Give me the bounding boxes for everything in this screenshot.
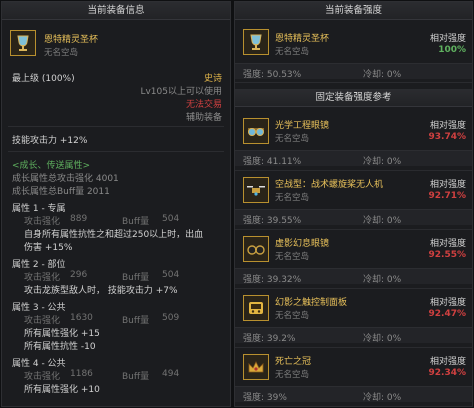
slot-type: 辅助装备 — [185, 113, 222, 123]
item-origin: 无名空岛 — [44, 48, 79, 58]
attack-label: 攻击强化 — [24, 217, 61, 227]
item-origin: 无名空岛 — [275, 47, 310, 57]
attribute-effect: 所有属性抗性 -10 — [24, 342, 96, 352]
reference-item-card[interactable]: 光学工程眼镜 无名空岛 相对强度 93.74% 强度: 41.11% 冷却: 0… — [235, 112, 472, 171]
strength-value: 强度: 39.55% — [243, 216, 302, 226]
attribute-effect: 所有属性强化 +15 — [24, 329, 100, 339]
relative-strength-value: 92.55% — [428, 250, 467, 260]
attribute-header: 属性 4 - 公共 — [12, 359, 66, 369]
stat-line: 强度: 39.55% 冷却: 0% — [235, 209, 472, 226]
item-name: 恩特精灵圣杯 — [275, 34, 330, 44]
skill-attack-text: 技能攻击力 +12% — [12, 136, 88, 146]
chalice-icon — [243, 29, 269, 55]
relative-strength-label: 相对强度 — [429, 180, 466, 190]
attribute-effect: 伤害 +15% — [24, 243, 73, 253]
relative-strength-value: 100% — [438, 45, 466, 55]
level-requirement: Lv105以上可以使用 — [140, 87, 222, 97]
item-origin: 无名空岛 — [275, 193, 310, 203]
item-name: 幻影之触控制面板 — [275, 298, 348, 308]
strength-value: 强度: 41.11% — [243, 157, 302, 167]
cooldown-value: 冷却: 0% — [363, 275, 402, 285]
glasses-icon — [243, 236, 269, 262]
relative-strength-value: 92.71% — [428, 191, 467, 201]
reference-item-card[interactable]: 死亡之冠 无名空岛 相对强度 92.34% 强度: 39% 冷却: 0% — [235, 348, 472, 406]
relative-strength-label: 相对强度 — [429, 34, 466, 44]
stat-line: 强度: 41.11% 冷却: 0% — [235, 150, 472, 167]
item-name: 死亡之冠 — [275, 357, 312, 367]
equipment-strength-panel: 当前装备强度 恩特精灵圣杯 无名空岛 相对强度 100% 强度: 50.53% … — [234, 1, 473, 407]
relative-strength-label: 相对强度 — [429, 298, 466, 308]
goggles-icon — [243, 118, 269, 144]
attribute-header: 属性 1 - 专属 — [12, 204, 66, 214]
panel-title: 当前装备强度 — [235, 2, 472, 20]
divider — [8, 151, 224, 152]
cooldown-value: 冷却: 0% — [363, 393, 402, 403]
growth-attack-total: 成长属性总攻击强化 4001 — [12, 174, 119, 184]
attack-value: 1630 — [70, 313, 93, 323]
chalice-icon[interactable] — [10, 30, 36, 56]
reference-item-card[interactable]: 幻影之触控制面板 无名空岛 相对强度 92.47% 强度: 39.2% 冷却: … — [235, 289, 472, 348]
item-origin: 无名空岛 — [275, 134, 310, 144]
buff-label: Buff量 — [122, 316, 150, 326]
stat-line: 强度: 50.53% 冷却: 0% — [235, 63, 472, 80]
growth-header: <成长、传送属性> — [12, 161, 91, 171]
strength-value: 强度: 39% — [243, 393, 287, 403]
cooldown-value: 冷却: 0% — [363, 157, 402, 167]
relative-strength-label: 相对强度 — [429, 239, 466, 249]
stat-line: 强度: 39.2% 冷却: 0% — [235, 327, 472, 344]
item-origin: 无名空岛 — [275, 370, 310, 380]
buff-value: 509 — [162, 313, 180, 323]
attribute-effect: 攻击龙族型敌人时， 技能攻击力 +7% — [24, 286, 178, 296]
attack-label: 攻击强化 — [24, 372, 61, 382]
buff-label: Buff量 — [122, 372, 150, 382]
attack-label: 攻击强化 — [24, 316, 61, 326]
attribute-header: 属性 3 - 公共 — [12, 303, 66, 313]
reference-item-card[interactable]: 空战型：战术螺旋桨无人机 无名空岛 相对强度 92.71% 强度: 39.55%… — [235, 171, 472, 230]
buff-label: Buff量 — [122, 217, 150, 227]
buff-value: 504 — [162, 270, 180, 280]
strength-value: 强度: 39.2% — [243, 334, 296, 344]
attribute-effect: 自身所有属性抗性之和超过250以上时，出血 — [24, 230, 204, 240]
item-name: 空战型：战术螺旋桨无人机 — [275, 180, 384, 190]
item-name: 虚影幻息眼镜 — [275, 239, 330, 249]
relative-strength-value: 93.74% — [428, 132, 467, 142]
item-origin: 无名空岛 — [275, 311, 310, 321]
buff-label: Buff量 — [122, 273, 150, 283]
reference-title: 固定装备强度参考 — [235, 89, 472, 107]
buff-value: 494 — [162, 369, 180, 379]
attack-value: 1186 — [70, 369, 93, 379]
relative-strength-label: 相对强度 — [429, 357, 466, 367]
attribute-effect: 所有属性强化 +10 — [24, 385, 100, 395]
trade-status: 无法交易 — [185, 100, 222, 110]
item-name: 恩特精灵圣杯 — [44, 35, 99, 45]
equipment-info-panel: 当前装备信息 恩特精灵圣杯 无名空岛 最上级 (100%) 史诗 Lv105以上… — [1, 1, 231, 407]
control-panel-icon — [243, 295, 269, 321]
strength-value: 强度: 39.32% — [243, 275, 302, 285]
grade-text: 最上级 (100%) — [12, 74, 75, 84]
cooldown-value: 冷却: 0% — [363, 334, 402, 344]
rarity-text: 史诗 — [203, 74, 222, 84]
relative-strength-value: 92.47% — [428, 309, 467, 319]
panel-title: 当前装备信息 — [2, 2, 230, 20]
strength-value: 强度: 50.53% — [243, 70, 302, 80]
stat-line: 强度: 39% 冷却: 0% — [235, 386, 472, 403]
divider — [8, 126, 224, 127]
attack-value: 889 — [70, 214, 88, 224]
crown-icon — [243, 354, 269, 380]
cooldown-value: 冷却: 0% — [363, 70, 402, 80]
relative-strength-value: 92.34% — [428, 368, 467, 378]
attribute-header: 属性 2 - 部位 — [12, 260, 66, 270]
attack-label: 攻击强化 — [24, 273, 61, 283]
buff-value: 504 — [162, 214, 180, 224]
current-item-card[interactable]: 恩特精灵圣杯 无名空岛 相对强度 100% 强度: 50.53% 冷却: 0% — [235, 21, 472, 83]
relative-strength-label: 相对强度 — [429, 121, 466, 131]
item-origin: 无名空岛 — [275, 252, 310, 262]
stat-line: 强度: 39.32% 冷却: 0% — [235, 268, 472, 285]
drone-icon — [243, 177, 269, 203]
attack-value: 296 — [70, 270, 88, 280]
cooldown-value: 冷却: 0% — [363, 216, 402, 226]
item-name: 光学工程眼镜 — [275, 121, 330, 131]
reference-item-card[interactable]: 虚影幻息眼镜 无名空岛 相对强度 92.55% 强度: 39.32% 冷却: 0… — [235, 230, 472, 289]
growth-buff-total: 成长属性总Buff量 2011 — [12, 187, 110, 197]
